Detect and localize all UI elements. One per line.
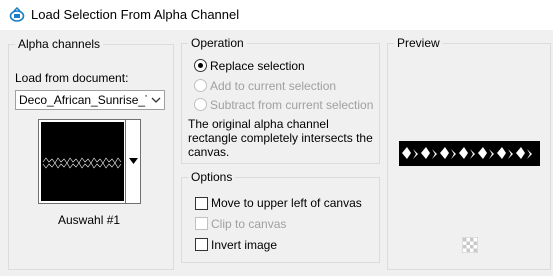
preview-pattern xyxy=(402,147,532,159)
document-select[interactable]: Deco_African_Sunrise_Ts xyxy=(15,90,165,110)
triangle-down-icon xyxy=(129,158,138,164)
subtract-from-selection-label[interactable]: Subtract from current selection xyxy=(210,98,373,113)
operation-group-label: Operation xyxy=(188,36,247,50)
move-to-upper-left-label[interactable]: Move to upper left of canvas xyxy=(211,196,362,211)
add-to-selection-label[interactable]: Add to current selection xyxy=(210,79,336,94)
replace-selection-radio[interactable] xyxy=(194,59,207,72)
thumbnail-pattern xyxy=(42,157,122,169)
window-title: Load Selection From Alpha Channel xyxy=(31,7,240,22)
title-bar[interactable]: Load Selection From Alpha Channel xyxy=(0,0,553,30)
document-select-value: Deco_African_Sunrise_Ts xyxy=(19,93,147,107)
alpha-channel-thumbnail xyxy=(41,122,124,201)
subtract-from-selection-radio[interactable] xyxy=(194,98,207,111)
load-from-document-label: Load from document: xyxy=(15,71,129,85)
thumbnail-dropdown-button[interactable] xyxy=(125,120,140,203)
alpha-channels-group-label: Alpha channels xyxy=(15,37,104,51)
options-group-label: Options xyxy=(188,170,236,184)
clip-to-canvas-checkbox[interactable] xyxy=(195,217,208,230)
move-to-upper-left-checkbox[interactable] xyxy=(195,197,208,210)
add-to-selection-radio[interactable] xyxy=(194,79,207,92)
clip-to-canvas-label[interactable]: Clip to canvas xyxy=(211,217,286,232)
transparency-checker-icon[interactable] xyxy=(462,237,478,253)
intersection-description: The original alpha channel rectangle com… xyxy=(188,117,373,159)
selection-app-icon xyxy=(9,7,25,22)
preview-image xyxy=(399,141,540,166)
chevron-down-icon xyxy=(151,97,161,103)
invert-image-label[interactable]: Invert image xyxy=(211,238,277,253)
alpha-channel-name: Auswahl #1 xyxy=(58,213,121,227)
alpha-channel-thumbnail-picker[interactable] xyxy=(38,119,141,204)
replace-selection-label[interactable]: Replace selection xyxy=(210,59,305,74)
radio-selected-dot xyxy=(198,63,203,68)
invert-image-checkbox[interactable] xyxy=(195,238,208,251)
preview-group-label: Preview xyxy=(394,36,443,50)
